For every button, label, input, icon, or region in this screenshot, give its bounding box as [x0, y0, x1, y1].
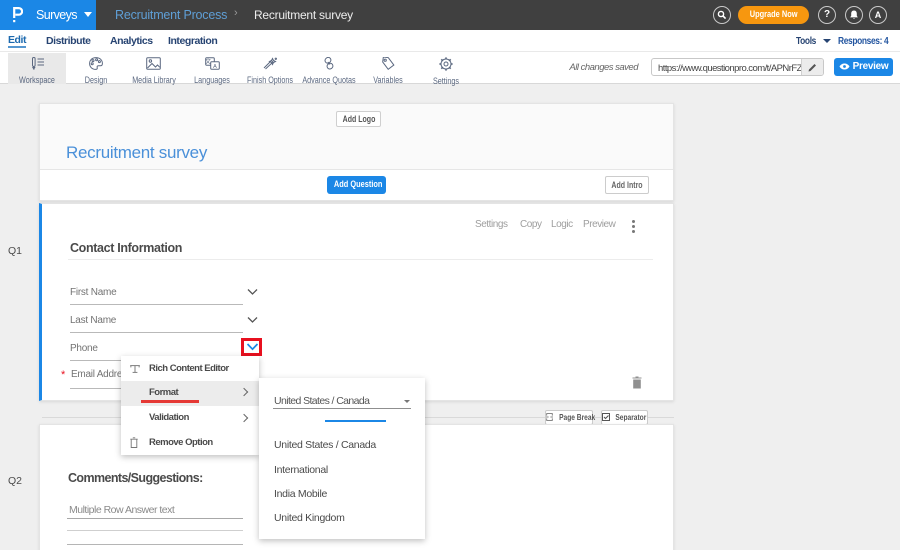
svg-text:文: 文 [205, 58, 211, 66]
svg-text:A: A [213, 64, 217, 70]
